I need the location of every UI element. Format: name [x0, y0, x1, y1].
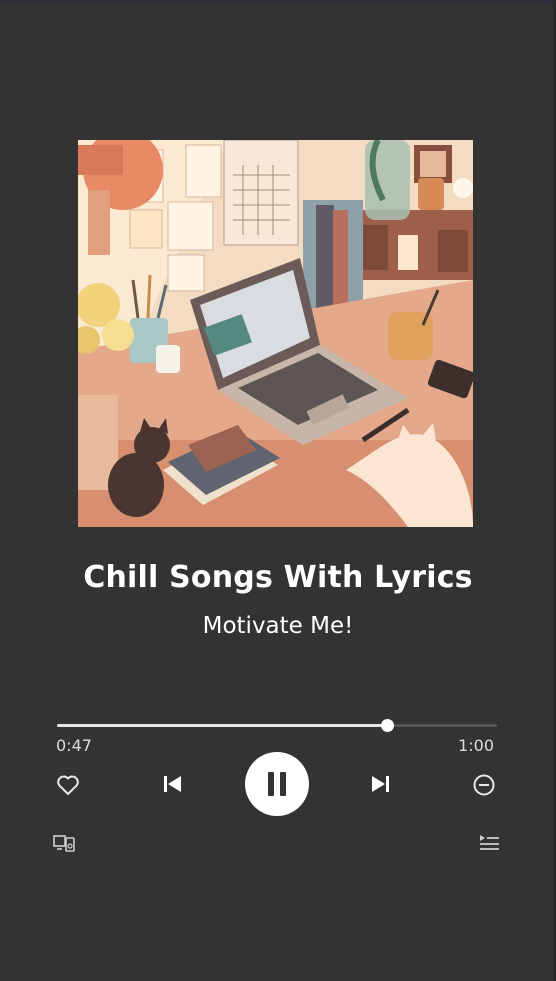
play-pause-button[interactable]	[245, 752, 309, 816]
song-title: Chill Songs With Lyrics	[83, 560, 473, 595]
devices-icon	[53, 835, 75, 852]
total-duration: 1:00	[458, 736, 494, 755]
remove-button[interactable]	[470, 771, 498, 799]
queue-button[interactable]	[476, 832, 502, 854]
skip-next-icon	[372, 776, 389, 792]
previous-button[interactable]	[158, 770, 186, 798]
now-playing-screen: Chill Songs With Lyrics Motivate Me! 0:4…	[0, 0, 556, 981]
progress-thumb[interactable]	[381, 719, 394, 732]
elapsed-time: 0:47	[56, 736, 92, 755]
skip-previous-icon	[164, 776, 181, 792]
album-art	[78, 140, 473, 527]
pause-icon	[268, 772, 286, 796]
progress-bar[interactable]	[57, 719, 497, 732]
devices-button[interactable]	[51, 832, 77, 854]
artist-name[interactable]: Motivate Me!	[0, 613, 556, 639]
top-border	[0, 0, 556, 3]
minus-circle-icon	[473, 774, 495, 796]
progress-fill	[57, 724, 387, 727]
queue-icon	[480, 835, 499, 850]
like-button[interactable]	[54, 771, 82, 799]
next-button[interactable]	[367, 770, 395, 798]
heart-icon	[57, 775, 79, 795]
